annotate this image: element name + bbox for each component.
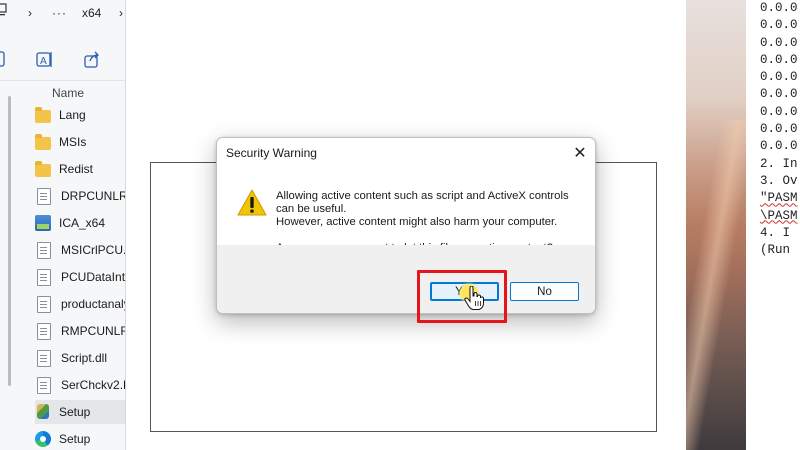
text-line: 0.0.0 bbox=[760, 122, 798, 137]
document-icon bbox=[37, 295, 51, 313]
toolbar-divider bbox=[0, 80, 125, 81]
close-icon[interactable]: ✕ bbox=[565, 138, 595, 168]
text-line: 0.0.0 bbox=[760, 104, 798, 119]
no-button[interactable]: No bbox=[510, 282, 579, 301]
breadcrumb-chevron-icon: › bbox=[28, 6, 32, 20]
share-icon[interactable] bbox=[82, 50, 104, 72]
file-name: MSICrlPCU.D bbox=[61, 243, 125, 257]
text-line: 0.0.0 bbox=[760, 52, 798, 67]
setup-icon bbox=[35, 404, 51, 420]
file-item[interactable]: Lang bbox=[35, 103, 125, 127]
text-line: 0.0.0 bbox=[760, 87, 798, 102]
file-item[interactable]: ICA_x64 bbox=[35, 211, 125, 235]
warning-icon bbox=[237, 188, 267, 218]
mountain-photo bbox=[686, 0, 746, 450]
file-item[interactable]: Script.dll bbox=[35, 346, 125, 370]
document-icon bbox=[37, 268, 51, 286]
file-item[interactable]: productanaly bbox=[35, 292, 125, 316]
security-warning-dialog: Security Warning ✕ Allowing active conte… bbox=[216, 137, 596, 314]
document-icon bbox=[37, 376, 51, 394]
text-line: 3. Ov bbox=[760, 173, 798, 188]
file-item[interactable]: RMPCUNLR. bbox=[35, 319, 125, 343]
file-name: Setup bbox=[59, 432, 91, 446]
file-name: MSIs bbox=[59, 135, 87, 149]
text-line: 0.0.0 bbox=[760, 18, 798, 33]
rename-icon[interactable]: A bbox=[35, 50, 57, 72]
dialog-title: Security Warning bbox=[226, 146, 317, 160]
document-icon bbox=[37, 349, 51, 367]
file-item[interactable]: MSIs bbox=[35, 130, 125, 154]
name-column-header[interactable]: Name bbox=[52, 86, 84, 100]
dialog-titlebar: Security Warning ✕ bbox=[217, 138, 595, 168]
text-line: 4. I bbox=[760, 225, 791, 240]
message-line-2: However, active content might also harm … bbox=[276, 216, 558, 228]
edge-icon bbox=[35, 431, 51, 447]
file-item[interactable]: PCUDataIntl. bbox=[35, 265, 125, 289]
breadcrumb-chevron-icon: › bbox=[119, 6, 123, 20]
document-icon bbox=[37, 322, 51, 340]
file-item[interactable]: DRPCUNLR.c bbox=[35, 184, 125, 208]
file-name: Redist bbox=[59, 162, 94, 176]
file-item[interactable]: SerChckv2.D bbox=[35, 373, 125, 397]
hand-cursor-icon bbox=[464, 285, 484, 310]
file-name: Lang bbox=[59, 108, 86, 122]
file-name: Setup bbox=[59, 405, 91, 419]
file-name: DRPCUNLR.c bbox=[61, 189, 125, 203]
copy-icon[interactable] bbox=[0, 50, 20, 72]
text-line: 2. In bbox=[760, 156, 798, 171]
file-item[interactable]: Redist bbox=[35, 157, 125, 181]
file-name: PCUDataIntl. bbox=[61, 270, 125, 284]
text-line: \PASM bbox=[760, 208, 798, 223]
folder-icon bbox=[35, 106, 51, 123]
text-line: 0.0.0 bbox=[760, 1, 798, 15]
svg-text:A: A bbox=[40, 56, 47, 67]
breadcrumb-folder[interactable]: x64 bbox=[82, 3, 101, 23]
dialog-button-bar bbox=[217, 245, 595, 313]
file-item[interactable]: Setup bbox=[35, 427, 125, 450]
message-line-1: Allowing active content such as script a… bbox=[276, 190, 569, 215]
file-explorer-pane: › ··· x64 › A Name Lang MSIs Redist DRPCUNL… bbox=[0, 0, 126, 450]
document-icon bbox=[37, 187, 51, 205]
folder-icon bbox=[35, 133, 51, 150]
file-name: Script.dll bbox=[61, 351, 108, 365]
text-line: 0.0.0 bbox=[760, 139, 798, 154]
file-item[interactable]: Setup bbox=[35, 400, 125, 424]
file-item[interactable]: MSICrlPCU.D bbox=[35, 238, 125, 262]
file-name: ICA_x64 bbox=[59, 216, 106, 230]
text-editor-pane: 0.0.0 0.0.0 0.0.0 0.0.0 0.0.0 0.0.0 0.0.0 0.0.0… bbox=[746, 0, 800, 450]
breadcrumb-more-button[interactable]: ··· bbox=[52, 3, 67, 23]
image-icon bbox=[35, 215, 51, 231]
file-name: SerChckv2.D bbox=[61, 378, 125, 392]
scrollbar[interactable] bbox=[8, 96, 11, 386]
text-line: "PASM bbox=[760, 191, 798, 206]
file-name: productanaly bbox=[61, 297, 125, 311]
folder-icon bbox=[35, 160, 51, 177]
text-line: 0.0.0 bbox=[760, 70, 798, 85]
text-line: (Run bbox=[760, 243, 791, 258]
document-icon bbox=[37, 241, 51, 259]
text-line: 0.0.0 bbox=[760, 35, 798, 50]
pc-icon[interactable] bbox=[0, 3, 8, 23]
file-name: RMPCUNLR. bbox=[61, 324, 125, 338]
